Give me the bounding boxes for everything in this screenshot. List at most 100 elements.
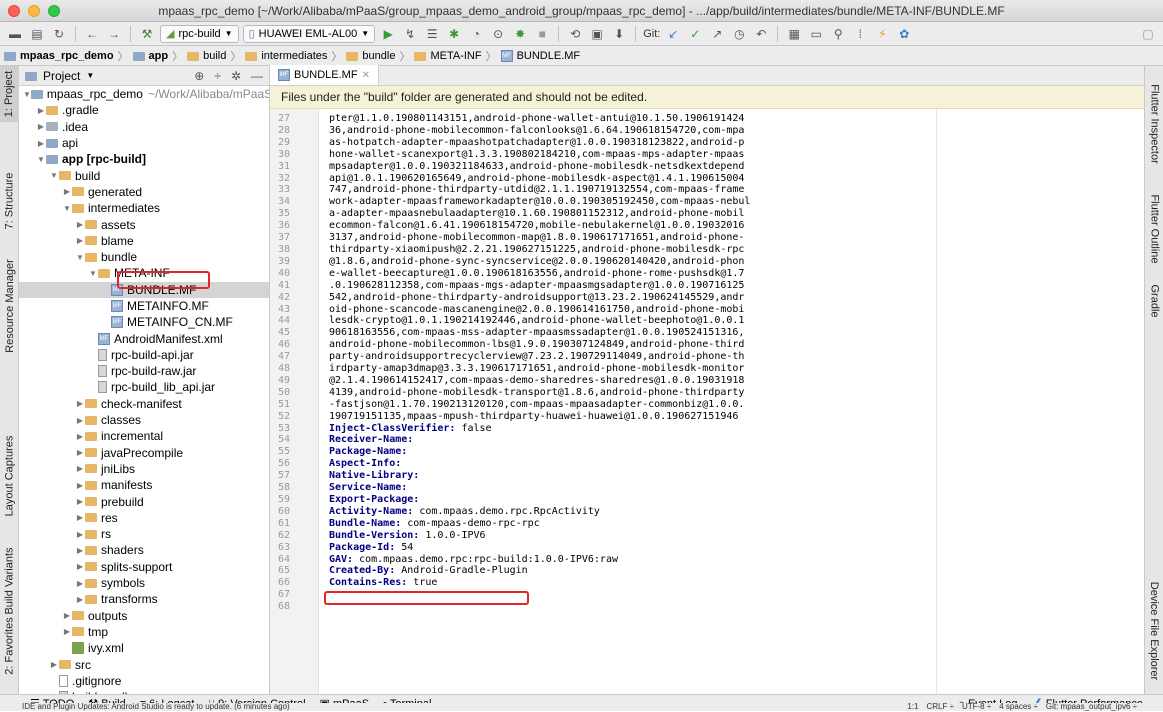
- collapsed-arrow-icon[interactable]: ▶: [75, 448, 85, 457]
- tree-item[interactable]: ▶ symbols: [19, 575, 269, 591]
- terminal-icon[interactable]: ▭: [807, 25, 825, 43]
- tree-item[interactable]: ▶ api: [19, 135, 269, 151]
- collapsed-arrow-icon[interactable]: ▶: [75, 481, 85, 490]
- tree-item[interactable]: ▶ splits-support: [19, 559, 269, 575]
- debug-icon[interactable]: ✱: [445, 25, 463, 43]
- tree-item[interactable]: ▶ res: [19, 510, 269, 526]
- tree-item[interactable]: ▶ classes: [19, 412, 269, 428]
- project-view-select[interactable]: Project: [43, 69, 80, 83]
- settings-gear-icon[interactable]: ✿: [895, 25, 913, 43]
- tree-item[interactable]: ▼ build: [19, 167, 269, 183]
- tab-favorites[interactable]: 2: Favorites: [0, 606, 19, 686]
- tab-structure[interactable]: 7: Structure: [0, 156, 19, 246]
- zoom-window-button[interactable]: [48, 5, 60, 17]
- collapsed-arrow-icon[interactable]: ▶: [62, 627, 72, 636]
- tree-item[interactable]: MF AndroidManifest.xml: [19, 330, 269, 346]
- collapsed-arrow-icon[interactable]: ▶: [75, 432, 85, 441]
- tree-item[interactable]: ▶ rs: [19, 526, 269, 542]
- close-tab-icon[interactable]: ✕: [362, 70, 370, 81]
- structure-icon[interactable]: ⁞: [851, 25, 869, 43]
- attach-debugger-icon[interactable]: ⊙: [489, 25, 507, 43]
- expanded-arrow-icon[interactable]: ▼: [36, 155, 46, 164]
- forward-icon[interactable]: →: [105, 25, 123, 43]
- git-commit-icon[interactable]: ✓: [686, 25, 704, 43]
- tree-item[interactable]: ▼ bundle: [19, 249, 269, 265]
- git-update-icon[interactable]: ↙: [664, 25, 682, 43]
- collapsed-arrow-icon[interactable]: ▶: [36, 106, 46, 115]
- hammer-icon[interactable]: ⚒: [138, 25, 156, 43]
- user-icon[interactable]: ▢: [1139, 25, 1157, 43]
- tree-item[interactable]: ▶ tmp: [19, 624, 269, 640]
- collapsed-arrow-icon[interactable]: ▶: [75, 562, 85, 571]
- open-folder-icon[interactable]: ▬: [6, 25, 24, 43]
- collapsed-arrow-icon[interactable]: ▶: [75, 497, 85, 506]
- hide-panel-icon[interactable]: —: [251, 69, 263, 83]
- git-rollback-icon[interactable]: ↶: [752, 25, 770, 43]
- tree-item[interactable]: ▶ assets: [19, 216, 269, 232]
- tab-bundle-mf[interactable]: MF BUNDLE.MF ✕: [270, 65, 379, 85]
- collapsed-arrow-icon[interactable]: ▶: [36, 122, 46, 131]
- status-message[interactable]: IDE and Plugin Updates: Android Studio i…: [0, 703, 290, 711]
- tree-item[interactable]: rpc-build-raw.jar: [19, 363, 269, 379]
- encoding-select[interactable]: UTF-8 ÷: [962, 703, 991, 711]
- git-history-icon[interactable]: ◷: [730, 25, 748, 43]
- expanded-arrow-icon[interactable]: ▼: [62, 204, 72, 213]
- breadcrumb-item-app[interactable]: app: [149, 50, 169, 62]
- tree-item[interactable]: ▼ intermediates: [19, 200, 269, 216]
- tree-item[interactable]: ▼ app [rpc-build]: [19, 151, 269, 167]
- tab-resource-manager[interactable]: Resource Manager: [0, 241, 19, 371]
- tree-item[interactable]: rpc-build-api.jar: [19, 347, 269, 363]
- collapsed-arrow-icon[interactable]: ▶: [75, 546, 85, 555]
- collapsed-arrow-icon[interactable]: ▶: [49, 660, 59, 669]
- tree-item[interactable]: ▼ mpaas_rpc_demo ~/Work/Alibaba/mPaaS: [19, 86, 269, 102]
- sync-icon[interactable]: ↻: [50, 25, 68, 43]
- project-structure-icon[interactable]: ▦: [785, 25, 803, 43]
- collapsed-arrow-icon[interactable]: ▶: [75, 530, 85, 539]
- git-push-icon[interactable]: ↗: [708, 25, 726, 43]
- tree-item[interactable]: ▶ prebuild: [19, 493, 269, 509]
- locate-icon[interactable]: ⊕: [194, 69, 204, 83]
- minimize-window-button[interactable]: [28, 5, 40, 17]
- back-icon[interactable]: ←: [83, 25, 101, 43]
- profile-icon[interactable]: ◔: [467, 25, 485, 43]
- run-config-select[interactable]: ◢ rpc-build ▼: [160, 24, 239, 43]
- code-area[interactable]: pter@1.1.0.190801143151,android-phone-wa…: [319, 109, 1144, 694]
- sdk-manager-icon[interactable]: ⬇: [610, 25, 628, 43]
- device-select[interactable]: ▯ HUAWEI EML-AL00 ▼: [242, 24, 376, 43]
- collapsed-arrow-icon[interactable]: ▶: [75, 464, 85, 473]
- tab-device-file-explorer[interactable]: Device File Explorer: [1145, 571, 1163, 691]
- git-branch-select[interactable]: Git: mpaas_output_ipv6 ÷: [1046, 703, 1137, 711]
- tab-gradle[interactable]: Gradle: [1145, 276, 1163, 326]
- breadcrumb-item-build[interactable]: build: [203, 50, 226, 62]
- tab-flutter-inspector[interactable]: Flutter Inspector: [1145, 71, 1163, 176]
- gear-icon[interactable]: ✲: [231, 69, 241, 83]
- coverage-icon[interactable]: ☰: [423, 25, 441, 43]
- tree-item[interactable]: ▶ .gradle: [19, 102, 269, 118]
- save-icon[interactable]: ▤: [28, 25, 46, 43]
- tree-item[interactable]: .gitignore: [19, 673, 269, 689]
- collapsed-arrow-icon[interactable]: ▶: [75, 579, 85, 588]
- tab-flutter-outline[interactable]: Flutter Outline: [1145, 181, 1163, 276]
- tree-item[interactable]: ▶ manifests: [19, 477, 269, 493]
- tree-item[interactable]: ▶ transforms: [19, 591, 269, 607]
- caret-position[interactable]: 1:1: [907, 703, 918, 711]
- tree-item[interactable]: ▶ src: [19, 656, 269, 672]
- line-separator-select[interactable]: CRLF ÷: [926, 703, 954, 711]
- tree-item[interactable]: ▶ check-manifest: [19, 396, 269, 412]
- tree-item[interactable]: ▶ .idea: [19, 119, 269, 135]
- bug-icon[interactable]: ✸: [511, 25, 529, 43]
- tab-project[interactable]: 1: Project: [0, 66, 19, 122]
- breadcrumb-item-meta-inf[interactable]: META-INF: [430, 50, 481, 62]
- collapsed-arrow-icon[interactable]: ▶: [75, 513, 85, 522]
- expanded-arrow-icon[interactable]: ▼: [49, 171, 59, 180]
- collapsed-arrow-icon[interactable]: ▶: [36, 139, 46, 148]
- gradle-sync-icon[interactable]: ⟲: [566, 25, 584, 43]
- tree-item[interactable]: ▶ blame: [19, 233, 269, 249]
- avd-manager-icon[interactable]: ▣: [588, 25, 606, 43]
- collapsed-arrow-icon[interactable]: ▶: [75, 236, 85, 245]
- collapsed-arrow-icon[interactable]: ▶: [75, 416, 85, 425]
- tree-item[interactable]: ivy.xml: [19, 640, 269, 656]
- expanded-arrow-icon[interactable]: ▼: [23, 90, 31, 99]
- expanded-arrow-icon[interactable]: ▼: [75, 253, 85, 262]
- tree-item[interactable]: ▶ incremental: [19, 428, 269, 444]
